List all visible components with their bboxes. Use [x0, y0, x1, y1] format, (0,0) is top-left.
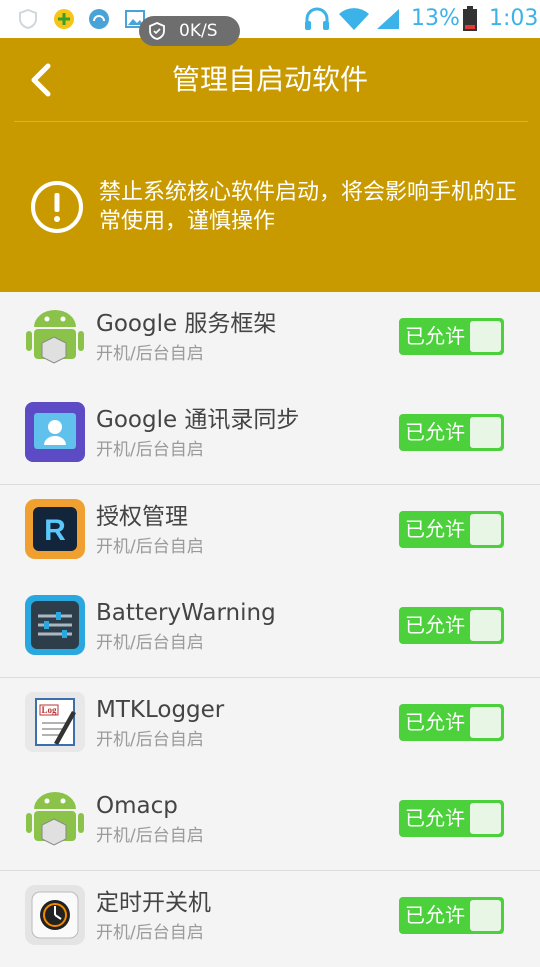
battery-warning-icon — [25, 595, 85, 655]
autostart-toggle[interactable]: 已允许 — [399, 607, 504, 644]
net-speed-text: 0K/S — [179, 21, 218, 41]
shield-notification-icon — [19, 8, 37, 30]
battery-percent: 13% — [411, 6, 460, 31]
autostart-toggle[interactable]: 已允许 — [399, 897, 504, 934]
app-subtitle: 开机/后台自启 — [96, 440, 204, 460]
list-item: Google 通讯录同步 开机/后台自启 已允许 — [0, 388, 540, 484]
list-item: Omacp 开机/后台自启 已允许 — [0, 774, 540, 870]
status-bar: 0K/S 13% 1:03 — [0, 0, 540, 46]
toggle-label: 已允许 — [405, 324, 465, 348]
cellular-signal-icon — [377, 9, 399, 29]
clock-time: 1:03 — [489, 6, 539, 31]
header: 管理自启动软件 禁止系统核心软件启动，将会影响手机的正常使用，谨慎操作 — [0, 38, 540, 292]
svg-text:Log: Log — [41, 705, 57, 715]
battery-icon — [463, 6, 477, 31]
android-robot-icon — [26, 310, 84, 364]
list-item: R 授权管理 开机/后台自启 已允许 — [0, 485, 540, 581]
app-notification-icon — [54, 9, 74, 29]
app-name: 授权管理 — [96, 504, 188, 530]
app-group: 定时开关机 开机/后台自启 已允许 — [0, 871, 540, 967]
app-group: Google 服务框架 开机/后台自启 已允许 Google 通讯录同步 开机/… — [0, 292, 540, 485]
app-subtitle: 开机/后台自启 — [96, 344, 204, 364]
autostart-toggle[interactable]: 已允许 — [399, 318, 504, 355]
app-subtitle: 开机/后台自启 — [96, 537, 204, 557]
toggle-label: 已允许 — [405, 420, 465, 444]
autostart-toggle[interactable]: 已允许 — [399, 800, 504, 837]
app-subtitle: 开机/后台自启 — [96, 826, 204, 846]
header-divider — [14, 121, 528, 122]
contacts-sync-icon — [25, 402, 85, 462]
toggle-label: 已允许 — [405, 613, 465, 637]
app-name: 定时开关机 — [96, 890, 211, 916]
toggle-knob — [470, 321, 501, 352]
startup-app-list: Google 服务框架 开机/后台自启 已允许 Google 通讯录同步 开机/… — [0, 292, 540, 967]
android-robot-icon — [26, 792, 84, 846]
toggle-knob — [470, 514, 501, 545]
mtklogger-icon: Log — [25, 692, 85, 752]
app-subtitle: 开机/后台自启 — [96, 923, 204, 943]
warning-icon — [31, 181, 83, 233]
list-item: BatteryWarning 开机/后台自启 已允许 — [0, 581, 540, 677]
app-name: Google 通讯录同步 — [96, 407, 300, 433]
app-name: Google 服务框架 — [96, 311, 277, 337]
wifi-icon — [339, 8, 369, 31]
permission-manager-icon: R — [25, 499, 85, 559]
autostart-toggle[interactable]: 已允许 — [399, 414, 504, 451]
toggle-label: 已允许 — [405, 806, 465, 830]
autostart-toggle[interactable]: 已允许 — [399, 704, 504, 741]
app-subtitle: 开机/后台自启 — [96, 633, 204, 653]
app-name: MTKLogger — [96, 697, 225, 723]
list-item: Google 服务框架 开机/后台自启 已允许 — [0, 292, 540, 388]
headset-notification-icon — [89, 9, 109, 29]
app-name: BatteryWarning — [96, 600, 276, 626]
shield-icon — [149, 22, 165, 40]
list-item: 定时开关机 开机/后台自启 已允许 — [0, 871, 540, 967]
list-item: Log MTKLogger 开机/后台自启 已允许 — [0, 678, 540, 774]
autostart-toggle[interactable]: 已允许 — [399, 511, 504, 548]
warning-message: 禁止系统核心软件启动，将会影响手机的正常使用，谨慎操作 — [99, 180, 518, 234]
toggle-knob — [470, 803, 501, 834]
svg-text:R: R — [44, 514, 66, 547]
toggle-label: 已允许 — [405, 710, 465, 734]
headphones-icon — [305, 7, 329, 30]
app-group: Log MTKLogger 开机/后台自启 已允许 Omacp 开机/后台自启 — [0, 678, 540, 871]
power-schedule-icon — [25, 885, 85, 945]
toggle-label: 已允许 — [405, 903, 465, 927]
toggle-label: 已允许 — [405, 517, 465, 541]
app-group: R 授权管理 开机/后台自启 已允许 BatteryWarning 开机/后台自… — [0, 485, 540, 678]
toggle-knob — [470, 900, 501, 931]
network-speed-indicator: 0K/S — [139, 16, 240, 46]
page-title: 管理自启动软件 — [171, 63, 368, 96]
toggle-knob — [470, 610, 501, 641]
toggle-knob — [470, 417, 501, 448]
toggle-knob — [470, 707, 501, 738]
app-subtitle: 开机/后台自启 — [96, 730, 204, 750]
app-name: Omacp — [96, 793, 178, 819]
